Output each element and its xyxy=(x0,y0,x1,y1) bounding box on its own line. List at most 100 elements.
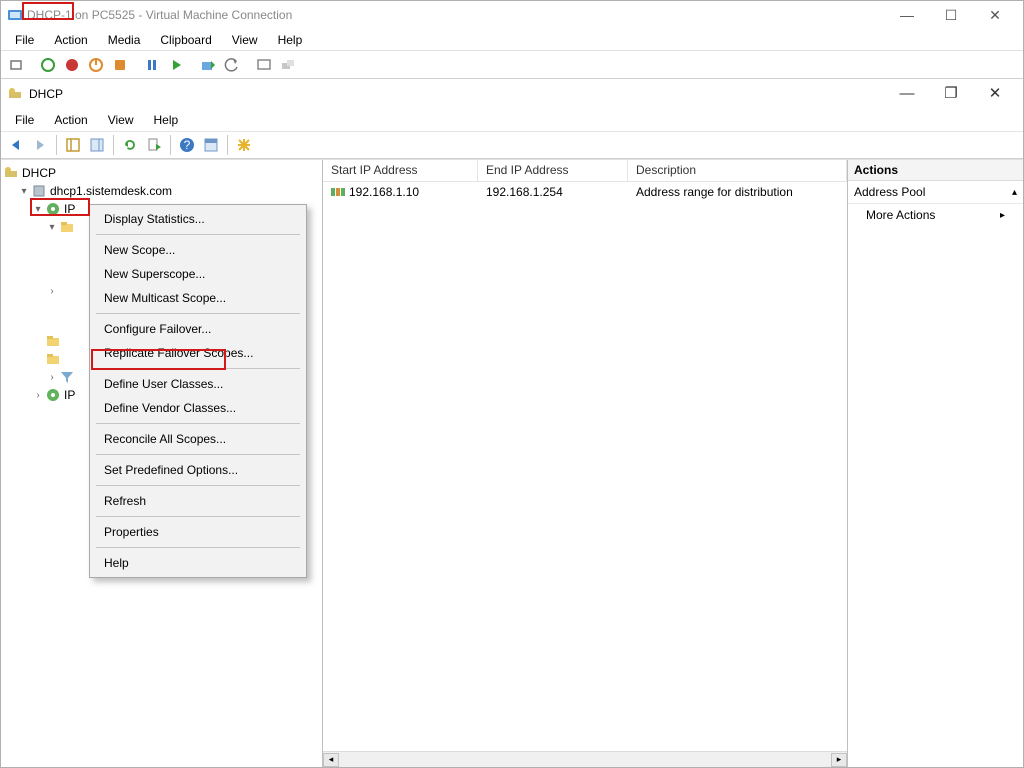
context-menu-separator xyxy=(96,423,300,424)
chevron-right-icon[interactable]: › xyxy=(31,390,45,401)
tree-ipv6-label: IP xyxy=(64,388,75,402)
actions-more-label: More Actions xyxy=(866,208,935,222)
vm-title-text: DHCP-1 on PC5525 - Virtual Machine Conne… xyxy=(27,8,885,22)
tree-pane: DHCP ▾ dhcp1.sistemdesk.com ▾ IP ▾ xyxy=(1,160,323,767)
col-start-ip[interactable]: Start IP Address xyxy=(323,160,478,181)
vm-tool-share-icon[interactable] xyxy=(277,54,299,76)
actions-more[interactable]: More Actions ▸ xyxy=(848,204,1023,226)
ctx-new-multicast[interactable]: New Multicast Scope... xyxy=(90,286,306,310)
chevron-down-icon[interactable]: ▾ xyxy=(17,186,31,197)
cell-end-ip: 192.168.1.254 xyxy=(478,185,628,199)
tool-export-list-icon[interactable] xyxy=(143,134,165,156)
horizontal-scrollbar[interactable]: ◂ ▸ xyxy=(323,751,847,767)
col-description[interactable]: Description xyxy=(628,160,847,181)
context-menu-separator xyxy=(96,234,300,235)
folder-icon xyxy=(45,333,61,349)
context-menu-separator xyxy=(96,313,300,314)
ipv6-icon xyxy=(45,387,61,403)
tool-help-icon[interactable]: ? xyxy=(176,134,198,156)
vm-menu-file[interactable]: File xyxy=(5,33,44,47)
chevron-right-icon[interactable]: › xyxy=(45,286,59,297)
vm-tool-start-icon[interactable] xyxy=(37,54,59,76)
col-end-ip[interactable]: End IP Address xyxy=(478,160,628,181)
svg-text:?: ? xyxy=(184,138,191,152)
vm-toolbar xyxy=(1,51,1023,79)
ipv4-icon xyxy=(45,201,61,217)
scroll-left-icon[interactable]: ◂ xyxy=(323,753,339,767)
dhcp-menu-file[interactable]: File xyxy=(5,113,44,127)
tool-refresh-icon[interactable] xyxy=(119,134,141,156)
chevron-down-icon[interactable]: ▾ xyxy=(31,204,45,215)
tree-dhcp-root-label: DHCP xyxy=(22,166,56,180)
tree-server[interactable]: ▾ dhcp1.sistemdesk.com xyxy=(3,182,320,200)
tree-ipv4-label: IP xyxy=(64,202,75,216)
vm-close-button[interactable]: ✕ xyxy=(973,1,1017,29)
ctx-help[interactable]: Help xyxy=(90,551,306,575)
dhcp-title-text: DHCP xyxy=(29,87,885,101)
table-body: 192.168.1.10 192.168.1.254 Address range… xyxy=(323,182,847,751)
vm-window-controls: — ☐ ✕ xyxy=(885,1,1017,29)
dhcp-menu-action[interactable]: Action xyxy=(44,113,97,127)
vm-tool-ctrl-alt-del-icon[interactable] xyxy=(5,54,27,76)
vm-tool-save-icon[interactable] xyxy=(109,54,131,76)
tool-pane-icon[interactable] xyxy=(200,134,222,156)
vm-maximize-button[interactable]: ☐ xyxy=(929,1,973,29)
filter-icon xyxy=(59,369,75,385)
dhcp-minimize-button[interactable]: — xyxy=(885,79,929,109)
ctx-reconcile-scopes[interactable]: Reconcile All Scopes... xyxy=(90,427,306,451)
folder-icon xyxy=(59,219,75,235)
tool-showhide-action-icon[interactable] xyxy=(86,134,108,156)
actions-section-address-pool[interactable]: Address Pool ▴ xyxy=(848,181,1023,204)
vm-menu-help[interactable]: Help xyxy=(268,33,313,47)
cell-start-ip: 192.168.1.10 xyxy=(349,185,419,199)
vm-tool-turnoff-icon[interactable] xyxy=(61,54,83,76)
table-row[interactable]: 192.168.1.10 192.168.1.254 Address range… xyxy=(323,182,847,202)
dhcp-window: DHCP — ❐ ✕ File Action View Help ? xyxy=(1,79,1023,767)
nav-back-icon[interactable] xyxy=(5,134,27,156)
ctx-new-superscope[interactable]: New Superscope... xyxy=(90,262,306,286)
tool-showhide-tree-icon[interactable] xyxy=(62,134,84,156)
vm-app-icon xyxy=(7,7,23,23)
ctx-new-scope[interactable]: New Scope... xyxy=(90,238,306,262)
vm-menu-clipboard[interactable]: Clipboard xyxy=(150,33,221,47)
chevron-right-icon[interactable]: › xyxy=(45,372,59,383)
tool-new-scope-icon[interactable] xyxy=(233,134,255,156)
vm-tool-pause-icon[interactable] xyxy=(141,54,163,76)
tree-dhcp-root[interactable]: DHCP xyxy=(3,164,320,182)
ctx-define-user-classes[interactable]: Define User Classes... xyxy=(90,372,306,396)
nav-forward-icon[interactable] xyxy=(29,134,51,156)
dhcp-menu-help[interactable]: Help xyxy=(144,113,189,127)
dhcp-window-controls: — ❐ ✕ xyxy=(885,79,1017,109)
dhcp-menu-view[interactable]: View xyxy=(98,113,144,127)
dhcp-close-button[interactable]: ✕ xyxy=(973,79,1017,109)
ctx-display-statistics[interactable]: Display Statistics... xyxy=(90,207,306,231)
vm-menu-media[interactable]: Media xyxy=(98,33,151,47)
vm-tool-revert-icon[interactable] xyxy=(221,54,243,76)
scroll-right-icon[interactable]: ▸ xyxy=(831,753,847,767)
vm-minimize-button[interactable]: — xyxy=(885,1,929,29)
vm-menu-action[interactable]: Action xyxy=(44,33,97,47)
ctx-configure-failover[interactable]: Configure Failover... xyxy=(90,317,306,341)
vm-menu-view[interactable]: View xyxy=(222,33,268,47)
ctx-replicate-failover[interactable]: Replicate Failover Scopes... xyxy=(90,341,306,365)
dhcp-restore-button[interactable]: ❐ xyxy=(929,79,973,109)
chevron-down-icon[interactable]: ▾ xyxy=(45,222,59,233)
context-menu: Display Statistics... New Scope... New S… xyxy=(89,204,307,578)
context-menu-separator xyxy=(96,368,300,369)
ctx-properties[interactable]: Properties xyxy=(90,520,306,544)
table-header: Start IP Address End IP Address Descript… xyxy=(323,160,847,182)
vm-tool-reset-icon[interactable] xyxy=(165,54,187,76)
dhcp-titlebar: DHCP — ❐ ✕ xyxy=(1,79,1023,109)
details-pane: Start IP Address End IP Address Descript… xyxy=(323,160,847,767)
vm-titlebar: DHCP-1 on PC5525 - Virtual Machine Conne… xyxy=(1,1,1023,29)
vm-tool-enhanced-session-icon[interactable] xyxy=(253,54,275,76)
vm-tool-shutdown-icon[interactable] xyxy=(85,54,107,76)
server-icon xyxy=(31,183,47,199)
actions-title: Actions xyxy=(848,160,1023,181)
vm-tool-checkpoint-icon[interactable] xyxy=(197,54,219,76)
ctx-set-predefined[interactable]: Set Predefined Options... xyxy=(90,458,306,482)
tree-server-label: dhcp1.sistemdesk.com xyxy=(50,184,172,198)
vm-window: DHCP-1 on PC5525 - Virtual Machine Conne… xyxy=(0,0,1024,768)
ctx-refresh[interactable]: Refresh xyxy=(90,489,306,513)
ctx-define-vendor-classes[interactable]: Define Vendor Classes... xyxy=(90,396,306,420)
